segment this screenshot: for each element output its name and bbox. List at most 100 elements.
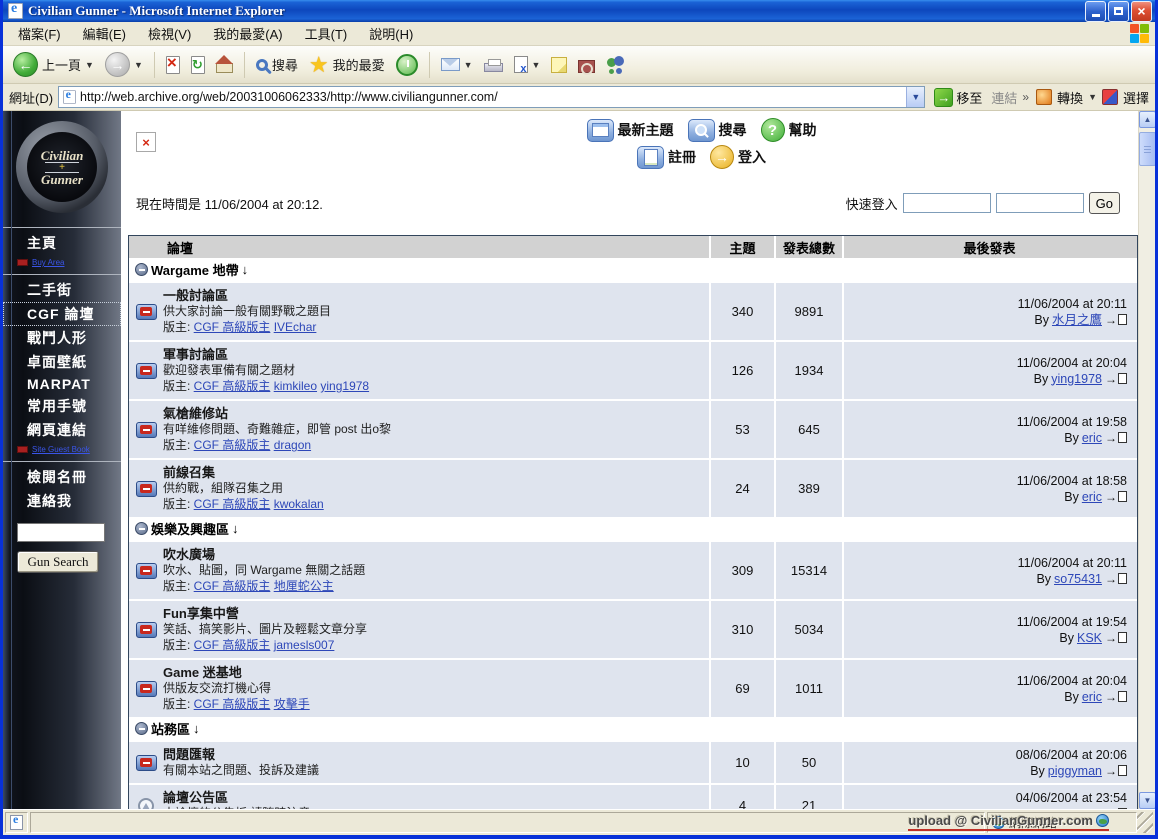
- forward-button[interactable]: → ▼: [101, 50, 147, 79]
- discuss-button[interactable]: [547, 55, 571, 75]
- goto-lastpost-icon[interactable]: [1105, 630, 1127, 646]
- menu-item[interactable]: 編輯(E): [72, 21, 137, 46]
- moderator-link[interactable]: CGF 高級版主: [194, 320, 271, 334]
- search-button[interactable]: 搜尋: [252, 53, 302, 76]
- forward-dropdown-icon[interactable]: ▼: [134, 60, 143, 70]
- links-label[interactable]: 連結: [991, 88, 1017, 107]
- sidebar-item[interactable]: 網頁連結: [3, 418, 121, 442]
- sidebar-item[interactable]: MARPAT: [3, 374, 121, 394]
- menu-item[interactable]: 工具(T): [294, 21, 359, 46]
- go-button[interactable]: → 移至: [930, 87, 986, 108]
- navbtn-topics[interactable]: 最新主題: [587, 118, 674, 142]
- home-button[interactable]: [212, 54, 237, 75]
- navbtn-login[interactable]: 登入: [710, 145, 766, 169]
- sidebar-item[interactable]: 連絡我: [3, 489, 121, 513]
- maximize-button[interactable]: [1108, 1, 1129, 22]
- messenger-button[interactable]: [602, 54, 630, 76]
- forum-name-link[interactable]: 前線召集: [163, 465, 215, 480]
- gun-search-button[interactable]: Gun Search: [17, 551, 99, 573]
- sidebar-tiny-link[interactable]: Site Guest Book: [3, 442, 121, 456]
- collapse-icon[interactable]: [135, 522, 148, 535]
- moderator-link[interactable]: CGF 高級版主: [194, 497, 271, 511]
- forum-name-link[interactable]: 問題匯報: [163, 747, 215, 762]
- moderator-link[interactable]: CGF 高級版主: [194, 579, 271, 593]
- goto-lastpost-icon[interactable]: [1105, 489, 1127, 505]
- goto-lastpost-icon[interactable]: [1105, 571, 1127, 587]
- collapse-arrow[interactable]: ↓: [232, 521, 239, 536]
- translate-dropdown-icon[interactable]: ▼: [1088, 92, 1097, 102]
- moderator-link[interactable]: dragon: [274, 438, 311, 452]
- links-chevron-icon[interactable]: »: [1022, 90, 1029, 104]
- print-button[interactable]: [480, 55, 507, 74]
- sidebar-item[interactable]: 戰鬥人形: [3, 326, 121, 350]
- lastpost-user-link[interactable]: ying1978: [1051, 371, 1102, 387]
- goto-lastpost-icon[interactable]: [1105, 689, 1127, 705]
- lastpost-user-link[interactable]: piggyman: [1048, 763, 1102, 779]
- back-dropdown-icon[interactable]: ▼: [85, 60, 94, 70]
- menu-item[interactable]: 檔案(F): [7, 21, 72, 46]
- moderator-link[interactable]: IVEchar: [274, 320, 317, 334]
- moderator-link[interactable]: CGF 高級版主: [194, 379, 271, 393]
- moderator-link[interactable]: 攻擊手: [274, 697, 310, 711]
- navbtn-register[interactable]: 註冊: [637, 145, 696, 169]
- quick-login-go-button[interactable]: Go: [1089, 192, 1120, 214]
- goto-lastpost-icon[interactable]: [1105, 430, 1127, 446]
- goto-lastpost-icon[interactable]: [1105, 763, 1127, 779]
- collapse-arrow[interactable]: ↓: [242, 262, 249, 277]
- back-button[interactable]: ← 上一頁 ▼: [9, 50, 98, 79]
- navbtn-help[interactable]: 幫助: [761, 118, 817, 142]
- sidebar-item[interactable]: 卓面壁紙: [3, 350, 121, 374]
- edit-button[interactable]: ▼: [510, 54, 545, 75]
- collapse-arrow[interactable]: ↓: [193, 721, 200, 736]
- sidebar-item[interactable]: CGF 論壇: [3, 302, 121, 326]
- lastpost-user-link[interactable]: KSK: [1077, 630, 1102, 646]
- moderator-link[interactable]: kimkileo: [274, 379, 317, 393]
- goto-lastpost-icon[interactable]: [1105, 371, 1127, 387]
- refresh-button[interactable]: [187, 54, 209, 76]
- forum-name-link[interactable]: 軍事討論區: [163, 347, 228, 362]
- lastpost-user-link[interactable]: eric: [1082, 689, 1102, 705]
- moderator-link[interactable]: CGF 高級版主: [194, 638, 271, 652]
- sidebar-tiny-link[interactable]: Buy Area: [3, 255, 121, 269]
- moderator-link[interactable]: ying1978: [320, 379, 369, 393]
- address-dropdown-icon[interactable]: ▼: [906, 87, 924, 107]
- select-button[interactable]: 選擇: [1123, 88, 1149, 107]
- sidebar-item[interactable]: 二手街: [3, 274, 121, 302]
- history-button[interactable]: [392, 52, 422, 78]
- mail-dropdown-icon[interactable]: ▼: [464, 60, 473, 70]
- navbtn-search[interactable]: 搜尋: [688, 118, 747, 142]
- close-button[interactable]: ×: [1131, 1, 1152, 22]
- scroll-up-icon[interactable]: ▲: [1139, 111, 1155, 128]
- scroll-down-icon[interactable]: ▼: [1139, 792, 1155, 809]
- address-input[interactable]: [80, 90, 906, 104]
- goto-lastpost-icon[interactable]: [1105, 312, 1127, 328]
- lastpost-user-link[interactable]: so75431: [1054, 571, 1102, 587]
- moderator-link[interactable]: CGF 高級版主: [194, 438, 271, 452]
- menu-item[interactable]: 我的最愛(A): [202, 21, 293, 46]
- address-combo[interactable]: ▼: [58, 86, 925, 108]
- sidebar-item[interactable]: 主頁: [3, 227, 121, 255]
- mail-button[interactable]: ▼: [437, 56, 477, 73]
- quick-login-username-input[interactable]: [903, 193, 991, 213]
- moderator-link[interactable]: 地厘蛇公主: [274, 579, 334, 593]
- gun-search-input[interactable]: [17, 523, 105, 542]
- menu-item[interactable]: 檢視(V): [137, 21, 202, 46]
- lastpost-user-link[interactable]: eric: [1082, 430, 1102, 446]
- moderator-link[interactable]: kwokalan: [274, 497, 324, 511]
- resize-grip[interactable]: [1137, 812, 1153, 833]
- forum-name-link[interactable]: 論壇公告區: [163, 790, 228, 805]
- scrollbar-thumb[interactable]: [1139, 132, 1155, 166]
- translate-button[interactable]: 轉換: [1057, 88, 1083, 107]
- moderator-link[interactable]: CGF 高級版主: [194, 697, 271, 711]
- sidebar-item[interactable]: 常用手號: [3, 394, 121, 418]
- forum-name-link[interactable]: Fun享集中營: [163, 606, 239, 621]
- forum-name-link[interactable]: 一般討論區: [163, 288, 228, 303]
- forum-name-link[interactable]: Game 迷基地: [163, 665, 242, 680]
- menu-item[interactable]: 說明(H): [358, 21, 424, 46]
- sidebar-item[interactable]: 檢閱名冊: [3, 461, 121, 489]
- vertical-scrollbar[interactable]: ▲ ▼: [1138, 111, 1155, 809]
- favorites-button[interactable]: ★ 我的最愛: [305, 53, 389, 77]
- forum-name-link[interactable]: 吹水廣場: [163, 547, 215, 562]
- collapse-icon[interactable]: [135, 263, 148, 276]
- stop-button[interactable]: [162, 54, 184, 76]
